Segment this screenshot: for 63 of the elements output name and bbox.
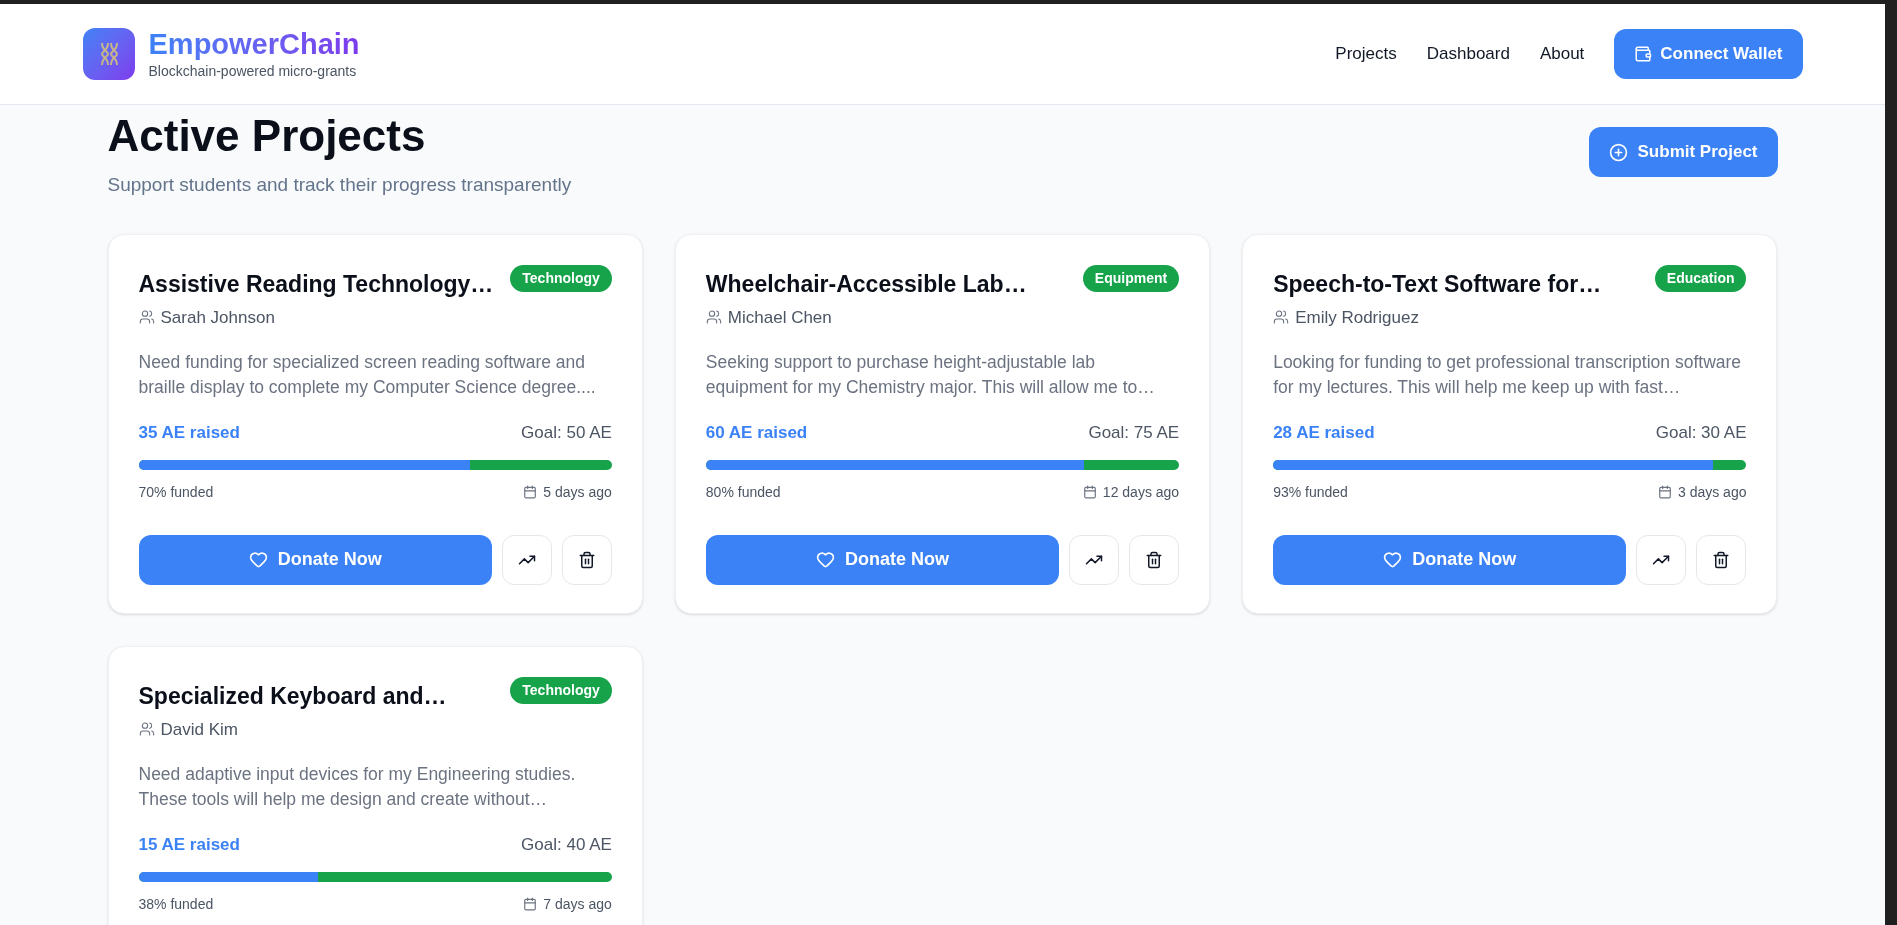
submit-project-button[interactable]: Submit Project — [1588, 127, 1778, 177]
raised-amount: 35 AE raised — [138, 422, 240, 444]
raised-amount: 15 AE raised — [138, 834, 240, 856]
posted-date: 5 days ago — [543, 482, 612, 502]
author-name: Sarah Johnson — [160, 306, 275, 329]
calendar-icon — [1658, 485, 1672, 499]
posted-date: 12 days ago — [1102, 482, 1180, 502]
connect-wallet-button[interactable]: Connect Wallet — [1614, 29, 1803, 79]
trash-icon — [577, 550, 596, 569]
project-description: Need funding for specialized screen reading software and braille display to complete my Computer Science degree.... — [138, 351, 597, 399]
project-title: Specialized Keyboard and… — [138, 681, 447, 711]
category-tag: Education — [1654, 264, 1747, 292]
funded-percent: 93% funded — [1273, 482, 1348, 502]
nav-link[interactable]: About — [1539, 41, 1585, 67]
author-name: David Kim — [160, 718, 238, 741]
project-title: Assistive Reading Technology… — [138, 269, 494, 299]
donate-button[interactable]: Donate Now — [705, 534, 1060, 585]
people-icon — [138, 309, 155, 326]
calendar-icon — [523, 485, 538, 499]
heart-icon — [248, 550, 268, 569]
goal-amount: Goal: 30 AE — [1655, 422, 1747, 444]
project-description: Seeking support to purchase height-adjustable lab equipment for my Chemistry major. This will allow me to… — [705, 351, 1156, 399]
posted-date: 3 days ago — [1678, 482, 1747, 502]
delete-button[interactable] — [561, 534, 612, 585]
delete-button[interactable] — [1129, 534, 1180, 585]
brand-tagline: Blockchain-powered micro-grants — [148, 61, 358, 81]
funded-percent: 70% funded — [138, 482, 214, 502]
project-title: Wheelchair-Accessible Lab… — [705, 269, 1027, 299]
posted-date: 7 days ago — [543, 894, 612, 914]
goal-amount: Goal: 40 AE — [521, 834, 612, 856]
delete-button[interactable] — [1696, 534, 1747, 585]
goal-amount: Goal: 50 AE — [521, 422, 612, 444]
project-description: Looking for funding to get professional transcription software for my lectures. This will help me keep up with fast… — [1273, 351, 1743, 399]
calendar-icon — [523, 897, 538, 911]
page-subtitle: Support students and track their progress transparently — [107, 173, 572, 197]
logo-icon — [82, 28, 135, 80]
funded-percent: 38% funded — [138, 894, 214, 914]
author-name: Emily Rodriguez — [1295, 306, 1419, 329]
page-title: Active Projects — [107, 110, 427, 162]
wallet-icon — [1634, 45, 1653, 63]
plus-circle-icon — [1608, 142, 1628, 162]
trash-icon — [1145, 550, 1164, 569]
funded-percent: 80% funded — [705, 482, 781, 502]
nav-link[interactable]: Dashboard — [1426, 41, 1510, 67]
heart-icon — [1383, 550, 1403, 569]
category-tag: Technology — [510, 264, 612, 292]
people-icon — [705, 309, 722, 326]
people-icon — [138, 721, 155, 738]
calendar-icon — [1082, 485, 1097, 499]
heart-icon — [816, 550, 835, 569]
category-tag: Technology — [510, 676, 612, 704]
donate-button[interactable]: Donate Now — [1273, 534, 1627, 585]
raised-amount: 60 AE raised — [705, 422, 808, 444]
project-title: Speech-to-Text Software for… — [1273, 269, 1602, 299]
project-description: Need adaptive input devices for my Engineering studies. These tools will help me design and create without… — [138, 763, 577, 811]
goal-amount: Goal: 75 AE — [1088, 422, 1180, 444]
category-tag: Equipment — [1082, 264, 1180, 292]
raised-amount: 28 AE raised — [1273, 422, 1375, 444]
trash-icon — [1712, 550, 1731, 569]
author-name: Michael Chen — [727, 306, 832, 329]
nav-link[interactable]: Projects — [1335, 41, 1397, 67]
donate-button[interactable]: Donate Now — [138, 534, 492, 585]
people-icon — [1273, 309, 1290, 326]
